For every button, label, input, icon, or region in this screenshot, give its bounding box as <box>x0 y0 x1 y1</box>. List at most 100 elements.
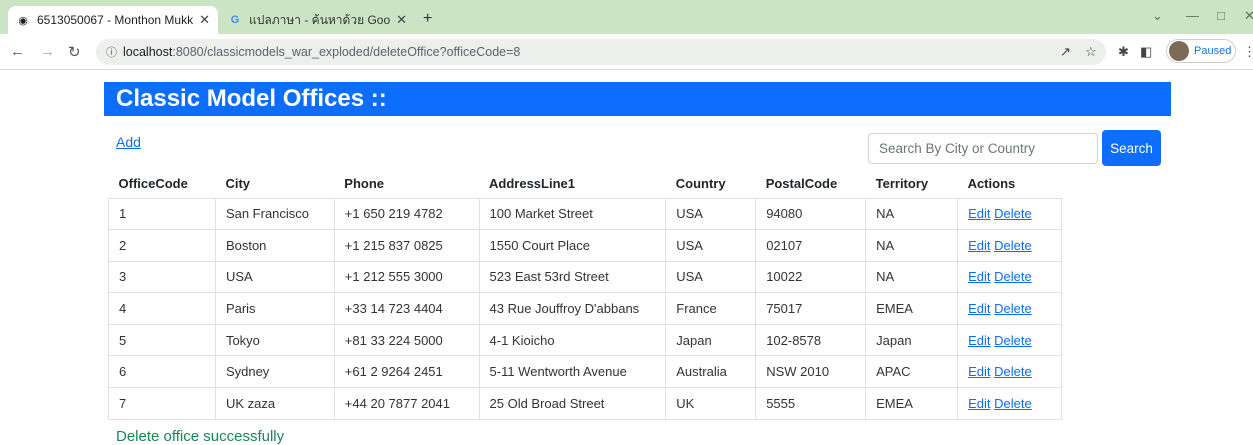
profile-button[interactable]: Paused <box>1166 39 1236 63</box>
cell-postal: 102-8578 <box>755 323 867 357</box>
cell-postal: 75017 <box>755 292 867 325</box>
edit-link[interactable]: Edit <box>968 238 990 253</box>
cell-territory: NA <box>865 229 959 262</box>
column-header-country: Country <box>675 176 726 192</box>
delete-link[interactable]: Delete <box>994 333 1032 348</box>
cell-city: Paris <box>214 292 335 325</box>
browser-tab-active[interactable]: ◉ 6513050067 - Monthon Mukkun ✕ <box>8 6 218 34</box>
cell-phone: +1 215 837 0825 <box>333 229 480 262</box>
close-icon[interactable]: ✕ <box>396 12 407 28</box>
cell-address: 5-11 Wentworth Avenue <box>478 355 667 389</box>
table-row: 2 Boston +1 215 837 0825 1550 Court Plac… <box>108 229 1062 262</box>
success-message: Delete office successfully <box>116 428 285 445</box>
edit-link[interactable]: Edit <box>968 206 990 221</box>
column-header-postalcode: PostalCode <box>765 176 838 192</box>
cell-city: San Francisco <box>214 197 335 231</box>
table-row: 6 Sydney +61 2 9264 2451 5-11 Wentworth … <box>108 355 1062 389</box>
cell-code: 7 <box>108 387 216 420</box>
delete-link[interactable]: Delete <box>994 364 1032 379</box>
add-office-link[interactable]: Add <box>116 134 141 150</box>
cell-phone: +61 2 9264 2451 <box>333 355 480 389</box>
window-close-icon[interactable]: ✕ <box>1244 8 1253 24</box>
info-icon[interactable]: ⓘ <box>106 44 117 60</box>
minimize-icon[interactable]: — <box>1186 8 1199 23</box>
cell-actions: Edit Delete <box>957 387 1062 420</box>
cell-address: 1550 Court Place <box>478 229 667 262</box>
cell-country: USA <box>665 197 757 231</box>
globe-icon: ◉ <box>18 14 28 27</box>
browser-tabstrip: ◉ 6513050067 - Monthon Mukkun ✕ G แปลภาษ… <box>0 0 1253 34</box>
edit-link[interactable]: Edit <box>968 396 990 411</box>
extensions-icon[interactable]: ✱ <box>1118 44 1129 60</box>
cell-actions: Edit Delete <box>957 292 1062 325</box>
search-input[interactable] <box>868 133 1098 164</box>
url-host: localhost <box>123 45 173 59</box>
cell-postal: NSW 2010 <box>755 355 867 389</box>
column-header-city: City <box>225 176 250 192</box>
cell-territory: NA <box>865 197 959 231</box>
forward-icon[interactable]: → <box>40 43 55 60</box>
browser-toolbar: ← → ↻ ⓘ localhost :8080/classicmodels_wa… <box>0 34 1253 70</box>
cell-actions: Edit Delete <box>957 229 1062 262</box>
close-icon[interactable]: ✕ <box>199 12 210 28</box>
browser-tab-label: แปลภาษา - ค้นหาด้วย Google <box>249 12 391 27</box>
edit-link[interactable]: Edit <box>968 364 990 379</box>
offices-table: OfficeCode City Phone AddressLine1 Count… <box>108 170 1062 420</box>
search-button[interactable]: Search <box>1102 130 1161 166</box>
cell-city: Boston <box>214 229 335 262</box>
delete-link[interactable]: Delete <box>994 396 1032 411</box>
url-path: :8080/classicmodels_war_exploded/deleteO… <box>172 45 521 59</box>
delete-link[interactable]: Delete <box>994 301 1032 316</box>
cell-city: UK zaza <box>214 387 335 420</box>
edit-link[interactable]: Edit <box>968 301 990 316</box>
cell-country: USA <box>665 260 757 294</box>
cell-phone: +33 14 723 4404 <box>333 292 480 325</box>
column-header-address: AddressLine1 <box>489 176 575 192</box>
cell-actions: Edit Delete <box>957 197 1062 231</box>
cell-city: Sydney <box>214 355 335 389</box>
cell-phone: +44 20 7877 2041 <box>333 387 480 420</box>
cell-country: USA <box>665 229 757 262</box>
delete-link[interactable]: Delete <box>994 269 1032 284</box>
table-row: 4 Paris +33 14 723 4404 43 Rue Jouffroy … <box>108 292 1062 325</box>
browser-tab-inactive[interactable]: G แปลภาษา - ค้นหาด้วย Google ✕ <box>220 6 415 34</box>
cell-address: 4-1 Kioicho <box>478 323 667 357</box>
restore-icon[interactable]: □ <box>1217 8 1225 23</box>
cell-postal: 02107 <box>755 229 867 262</box>
table-row: 7 UK zaza +44 20 7877 2041 25 Old Broad … <box>108 387 1062 420</box>
cell-postal: 5555 <box>755 387 867 420</box>
profile-status: Paused <box>1194 45 1232 57</box>
edit-link[interactable]: Edit <box>968 333 990 348</box>
bookmark-star-icon[interactable]: ☆ <box>1085 44 1097 60</box>
edit-link[interactable]: Edit <box>968 269 990 284</box>
table-row: 1 San Francisco +1 650 219 4782 100 Mark… <box>108 197 1062 231</box>
cell-postal: 94080 <box>755 197 867 231</box>
back-icon[interactable]: ← <box>10 43 25 60</box>
chevron-down-icon[interactable]: ⌄ <box>1152 8 1163 24</box>
table-row: 5 Tokyo +81 33 224 5000 4-1 Kioicho Japa… <box>108 323 1062 357</box>
side-panel-icon[interactable]: ◧ <box>1140 44 1152 60</box>
cell-actions: Edit Delete <box>957 355 1062 389</box>
menu-icon[interactable]: ⋮ <box>1243 44 1253 60</box>
reload-icon[interactable]: ↻ <box>68 43 81 61</box>
cell-address: 25 Old Broad Street <box>478 387 667 420</box>
cell-code: 3 <box>108 260 216 294</box>
column-header-actions: Actions <box>967 176 1016 192</box>
cell-actions: Edit Delete <box>957 323 1062 357</box>
cell-country: Australia <box>665 355 757 389</box>
delete-link[interactable]: Delete <box>994 206 1032 221</box>
delete-link[interactable]: Delete <box>994 238 1032 253</box>
new-tab-icon[interactable]: + <box>423 10 432 28</box>
cell-actions: Edit Delete <box>957 260 1062 294</box>
avatar <box>1169 41 1189 61</box>
share-icon[interactable]: ↗ <box>1060 44 1071 60</box>
column-header-phone: Phone <box>344 176 385 192</box>
cell-phone: +1 212 555 3000 <box>333 260 480 294</box>
table-row: 3 USA +1 212 555 3000 523 East 53rd Stre… <box>108 260 1062 294</box>
cell-code: 6 <box>108 355 216 389</box>
cell-phone: +1 650 219 4782 <box>333 197 480 231</box>
cell-territory: EMEA <box>865 292 959 325</box>
cell-code: 5 <box>108 323 216 357</box>
address-bar[interactable]: ⓘ localhost :8080/classicmodels_war_expl… <box>96 39 1106 65</box>
cell-country: France <box>665 292 757 325</box>
